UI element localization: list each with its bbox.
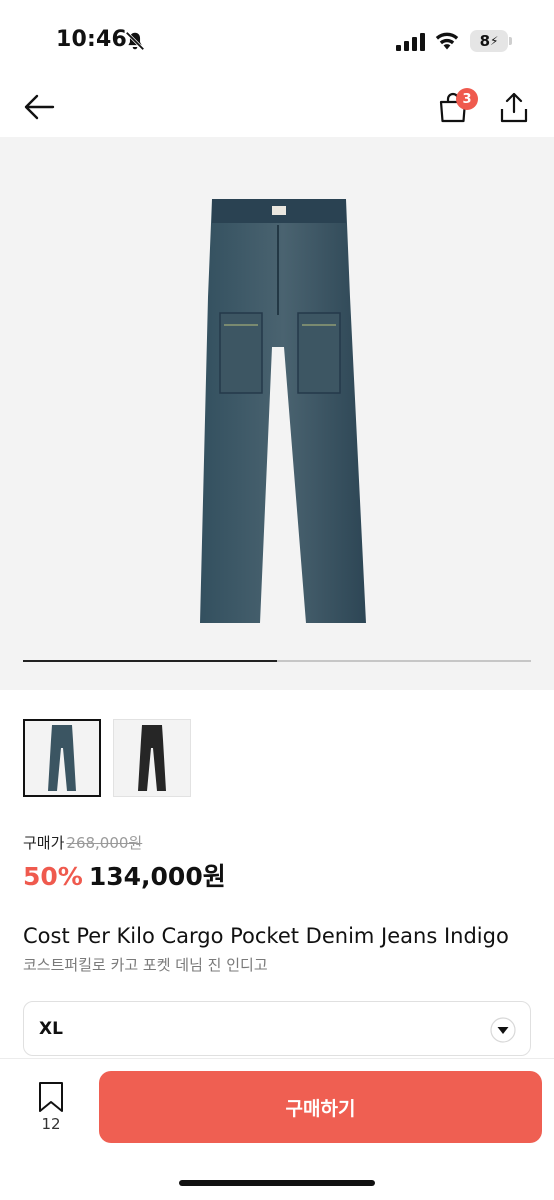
bookmark-count: 12 bbox=[41, 1115, 61, 1133]
wifi-icon bbox=[435, 32, 459, 50]
thumbnail-indigo-jeans[interactable] bbox=[23, 719, 101, 797]
sale-price: 134,000원 bbox=[88, 862, 226, 891]
price-label-row: 구매가 268,000원 bbox=[23, 832, 142, 853]
bell-slash-icon bbox=[125, 31, 145, 51]
status-time: 10:46 bbox=[56, 27, 128, 52]
discount-rate: 50% bbox=[23, 862, 83, 891]
battery-tip bbox=[509, 37, 512, 45]
bookmark-button[interactable]: 12 bbox=[30, 1081, 72, 1137]
product-image-jeans-indigo bbox=[200, 199, 366, 623]
size-value: XL bbox=[39, 1019, 63, 1039]
carousel-progress-fill bbox=[23, 660, 277, 662]
thumbnail-jeans-black-image bbox=[138, 725, 166, 791]
size-select[interactable]: XL bbox=[23, 1001, 531, 1056]
share-icon[interactable] bbox=[498, 90, 530, 124]
product-title: Cost Per Kilo Cargo Pocket Denim Jeans I… bbox=[23, 924, 509, 948]
battery-charging-icon: 8 ⚡ bbox=[470, 30, 508, 52]
thumbnail-jeans-indigo-image bbox=[48, 725, 76, 791]
product-subtitle: 코스트퍼킬로 카고 포켓 데님 진 인디고 bbox=[23, 956, 268, 974]
cart-count-badge: 3 bbox=[456, 88, 478, 110]
signal-icon bbox=[396, 33, 425, 51]
carousel-progress-track bbox=[23, 660, 531, 662]
product-image-carousel[interactable] bbox=[0, 137, 554, 690]
thumbnail-black-jeans[interactable] bbox=[113, 719, 191, 797]
price-label: 구매가 bbox=[23, 834, 65, 852]
chevron-down-icon bbox=[490, 1017, 516, 1043]
battery-level: 8 bbox=[479, 32, 490, 50]
original-price: 268,000원 bbox=[66, 834, 143, 852]
back-arrow-icon[interactable] bbox=[22, 92, 56, 122]
nav-bar: 3 bbox=[0, 80, 554, 136]
status-bar: 10:46 8 ⚡ bbox=[0, 0, 554, 80]
bookmark-icon bbox=[39, 1082, 63, 1112]
bottom-action-bar: 12 구매하기 bbox=[0, 1058, 554, 1200]
sale-price-row: 50% 134,000원 bbox=[23, 857, 226, 893]
buy-button[interactable]: 구매하기 bbox=[99, 1071, 542, 1143]
home-indicator bbox=[179, 1180, 375, 1186]
